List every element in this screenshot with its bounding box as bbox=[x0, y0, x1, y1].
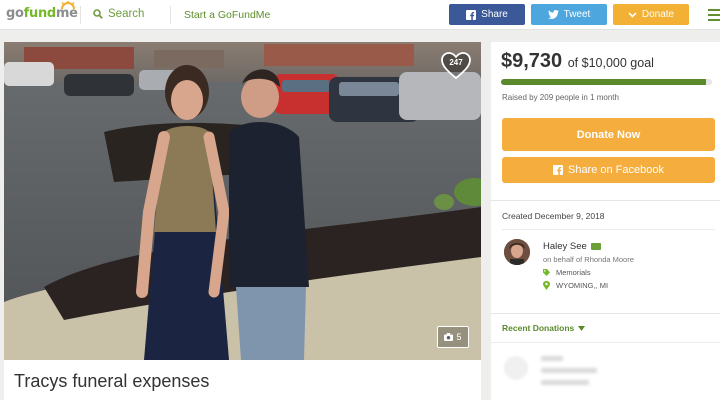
tag-icon bbox=[543, 269, 550, 276]
chevron-down-icon bbox=[628, 11, 637, 18]
photo-gallery-button[interactable]: 5 bbox=[437, 326, 469, 348]
campaign-photo-image bbox=[4, 42, 481, 360]
category-row[interactable]: Memorials bbox=[543, 268, 591, 277]
facebook-icon bbox=[552, 165, 563, 175]
organizer-panel: Created December 9, 2018 Haley See on be… bbox=[491, 200, 720, 313]
location-label: WYOMING,, MI bbox=[556, 281, 609, 290]
logo-go: go bbox=[6, 6, 24, 21]
avatar[interactable] bbox=[504, 239, 530, 265]
recent-donations-label: Recent Donations bbox=[502, 323, 575, 333]
twitter-icon bbox=[547, 10, 559, 19]
category-label: Memorials bbox=[556, 268, 591, 277]
search-icon bbox=[93, 9, 103, 19]
gofundme-logo[interactable]: gofundme bbox=[6, 1, 78, 21]
logo-fund: fund bbox=[23, 6, 57, 21]
recent-donations-panel: Recent Donations bbox=[491, 313, 720, 400]
donation-amount-blurred bbox=[541, 356, 563, 361]
donor-name-blurred bbox=[541, 368, 597, 373]
on-behalf-of: on behalf of Rhonda Moore bbox=[543, 255, 634, 264]
funding-panel: $9,730 of $10,000 goal Raised by 209 peo… bbox=[491, 42, 720, 200]
location-pin-icon bbox=[543, 281, 550, 290]
progress-bar bbox=[501, 79, 712, 85]
recent-donations-toggle[interactable]: Recent Donations bbox=[502, 323, 586, 333]
title-card: Tracys funeral expenses bbox=[4, 360, 481, 400]
header-divider bbox=[170, 6, 171, 24]
chevron-down-icon bbox=[578, 325, 586, 331]
share-facebook-label: Share on Facebook bbox=[567, 164, 664, 176]
logo-sun-icon bbox=[61, 1, 75, 9]
campaign-title: Tracys funeral expenses bbox=[14, 371, 210, 391]
photo-count: 5 bbox=[456, 332, 462, 342]
organizer-name[interactable]: Haley See bbox=[543, 241, 601, 252]
tweet-label: Tweet bbox=[563, 9, 591, 20]
heart-count: 247 bbox=[449, 58, 463, 67]
goal-text: of $10,000 goal bbox=[567, 56, 654, 70]
share-facebook-button[interactable]: Share on Facebook bbox=[502, 157, 715, 183]
facebook-icon bbox=[466, 9, 477, 20]
raised-amount: $9,730 bbox=[501, 50, 563, 72]
start-gofundme-link[interactable]: Start a GoFundMe bbox=[184, 9, 270, 21]
tweet-button[interactable]: Tweet bbox=[531, 4, 607, 25]
progress-fill bbox=[501, 79, 707, 85]
created-date: Created December 9, 2018 bbox=[502, 211, 605, 221]
share-label: Share bbox=[481, 9, 508, 20]
donate-top-label: Donate bbox=[641, 9, 675, 20]
raised-by-text: Raised by 209 people in 1 month bbox=[502, 93, 619, 102]
verified-icon bbox=[590, 243, 601, 250]
menu-icon[interactable] bbox=[708, 9, 720, 24]
organizer-name-text: Haley See bbox=[543, 241, 587, 252]
share-button[interactable]: Share bbox=[449, 4, 525, 25]
avatar-image bbox=[504, 239, 530, 265]
camera-icon bbox=[444, 333, 454, 341]
donate-top-button[interactable]: Donate bbox=[613, 4, 689, 25]
location-row: WYOMING,, MI bbox=[543, 281, 608, 290]
amount-raised: $9,730 of $10,000 goal bbox=[501, 50, 654, 73]
search-label: Search bbox=[108, 8, 145, 20]
divider bbox=[491, 342, 720, 343]
donate-now-button[interactable]: Donate Now bbox=[502, 118, 715, 151]
donate-now-label: Donate Now bbox=[576, 128, 641, 141]
top-header: gofundme Search Start a GoFundMe Share T… bbox=[0, 0, 720, 30]
search-button[interactable]: Search bbox=[93, 8, 144, 20]
campaign-photo[interactable]: 5 bbox=[4, 42, 481, 360]
donation-time-blurred bbox=[541, 380, 589, 385]
divider bbox=[502, 229, 715, 230]
header-divider bbox=[80, 6, 81, 24]
donor-avatar bbox=[504, 356, 528, 380]
